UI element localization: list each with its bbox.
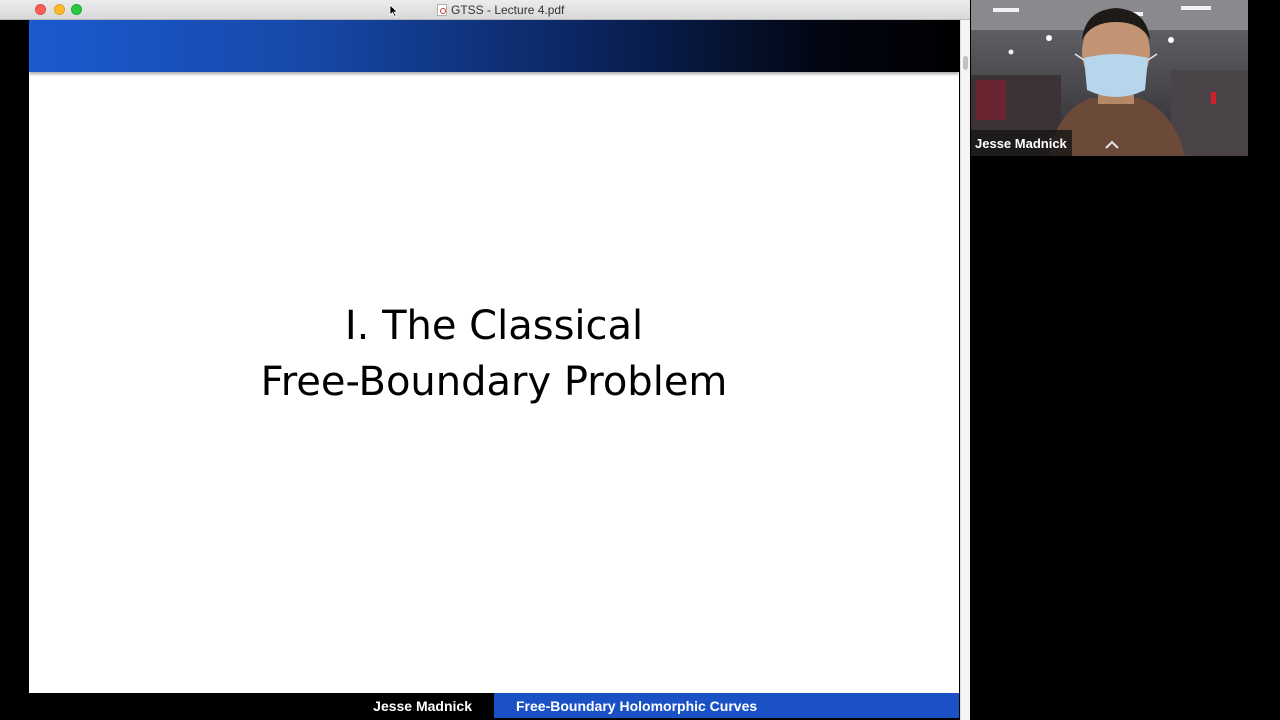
window-title: GTSS - Lecture 4.pdf	[451, 2, 565, 17]
window-title-group: GTSS - Lecture 4.pdf	[437, 2, 564, 17]
slide-page: I. The Classical Free-Boundary Problem J…	[29, 20, 959, 718]
vertical-scrollbar[interactable]	[960, 20, 970, 720]
window-title-bar[interactable]: GTSS - Lecture 4.pdf	[0, 0, 970, 20]
footer-author: Jesse Madnick	[29, 693, 494, 718]
slide-title-line-1: I. The Classical	[344, 303, 644, 349]
participant-video-tile[interactable]: Jesse Madnick	[971, 0, 1248, 156]
scrollbar-thumb[interactable]	[963, 56, 968, 70]
slide-header-bar	[29, 20, 959, 72]
participant-name-label: Jesse Madnick	[971, 130, 1072, 156]
mouse-cursor-icon	[389, 4, 399, 18]
pdf-file-icon	[437, 3, 447, 16]
slide-title: I. The Classical Free-Boundary Problem	[29, 298, 959, 410]
footer-talk-title: Free-Boundary Holomorphic Curves	[494, 693, 959, 718]
minimize-window-icon[interactable]	[54, 4, 65, 15]
close-window-icon[interactable]	[35, 4, 46, 15]
slide-footer: Jesse Madnick Free-Boundary Holomorphic …	[29, 693, 959, 718]
slide-title-line-2: Free-Boundary Problem	[260, 359, 728, 405]
pdf-viewer-window: GTSS - Lecture 4.pdf I. The Classical Fr…	[0, 0, 970, 720]
screen: GTSS - Lecture 4.pdf I. The Classical Fr…	[0, 0, 1280, 720]
maximize-window-icon[interactable]	[71, 4, 82, 15]
